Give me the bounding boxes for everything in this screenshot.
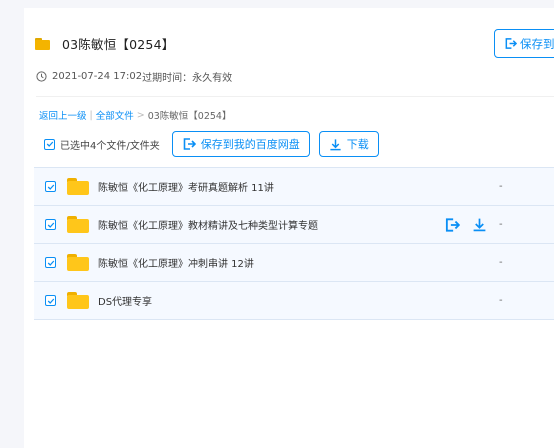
file-size: - xyxy=(499,219,503,230)
save-icon xyxy=(182,137,196,151)
download-label: 下载 xyxy=(346,138,369,151)
share-meta: 2021-07-24 17:02 过期时间： 永久有效 xyxy=(36,69,232,84)
file-row[interactable]: DS代理专享 - xyxy=(34,282,554,320)
breadcrumb: 返回上一级 | 全部文件 > 03陈敏恒【0254】 xyxy=(39,108,232,123)
expire-label: 过期时间： xyxy=(142,73,193,84)
divider xyxy=(36,96,554,97)
file-name[interactable]: 陈敏恒《化工原理》考研真题解析 11讲 xyxy=(98,179,274,194)
breadcrumb-back-link[interactable]: 返回上一级 xyxy=(39,108,87,122)
selected-count-text: 已选中4个文件/文件夹 xyxy=(60,140,160,152)
row-actions xyxy=(444,217,499,233)
download-icon xyxy=(329,138,342,151)
file-row[interactable]: 陈敏恒《化工原理》教材精讲及七种类型计算专题 - xyxy=(34,206,554,244)
check-icon xyxy=(47,184,54,190)
select-all-checkbox[interactable] xyxy=(44,138,55,150)
breadcrumb-current: 03陈敏恒【0254】 xyxy=(147,111,232,122)
created-time: 2021-07-24 17:02 xyxy=(52,71,143,82)
file-size: - xyxy=(499,295,503,306)
check-icon xyxy=(47,298,54,304)
file-list: 陈敏恒《化工原理》考研真题解析 11讲 - 陈敏恒《化工原理》教材精讲及七种类型… xyxy=(34,167,554,320)
toolbar: 已选中4个文件/文件夹 保存到我的百度网盘 下载 xyxy=(44,131,379,157)
breadcrumb-arrow: > xyxy=(136,109,145,121)
folder-icon xyxy=(67,178,89,195)
download-button[interactable]: 下载 xyxy=(318,131,379,157)
share-title: 03陈敏恒【0254】 xyxy=(62,37,175,52)
row-save-icon[interactable] xyxy=(444,217,460,233)
check-icon xyxy=(47,260,54,266)
save-to-button[interactable]: 保存到 xyxy=(494,29,554,58)
row-download-icon[interactable] xyxy=(472,217,487,232)
folder-icon xyxy=(67,216,89,233)
check-icon xyxy=(46,141,53,147)
breadcrumb-all-files-link[interactable]: 全部文件 xyxy=(96,108,134,122)
folder-icon xyxy=(67,254,89,271)
expire-value: 永久有效 xyxy=(192,73,233,84)
file-name[interactable]: 陈敏恒《化工原理》冲刺串讲 12讲 xyxy=(98,255,254,270)
row-checkbox[interactable] xyxy=(45,257,56,268)
share-title-row: 03陈敏恒【0254】 xyxy=(35,34,174,53)
save-to-netdisk-button[interactable]: 保存到我的百度网盘 xyxy=(171,131,310,157)
file-size: - xyxy=(499,257,503,268)
folder-icon xyxy=(67,292,89,309)
row-checkbox[interactable] xyxy=(45,295,56,306)
save-icon xyxy=(504,37,517,50)
check-icon xyxy=(47,222,54,228)
save-to-label: 保存到 xyxy=(520,36,554,51)
breadcrumb-divider: | xyxy=(89,109,93,121)
file-row[interactable]: 陈敏恒《化工原理》考研真题解析 11讲 - xyxy=(34,168,554,206)
file-name[interactable]: 陈敏恒《化工原理》教材精讲及七种类型计算专题 xyxy=(98,217,318,232)
share-panel: 03陈敏恒【0254】 保存到 2021-07-24 17:02 过期时间： 永… xyxy=(24,8,554,448)
save-to-netdisk-label: 保存到我的百度网盘 xyxy=(200,138,300,151)
file-name[interactable]: DS代理专享 xyxy=(98,293,152,308)
row-checkbox[interactable] xyxy=(45,181,56,192)
file-size: - xyxy=(499,181,503,192)
row-checkbox[interactable] xyxy=(45,219,56,230)
file-row[interactable]: 陈敏恒《化工原理》冲刺串讲 12讲 - xyxy=(34,244,554,282)
clock-icon xyxy=(36,71,47,82)
folder-icon xyxy=(35,37,50,50)
